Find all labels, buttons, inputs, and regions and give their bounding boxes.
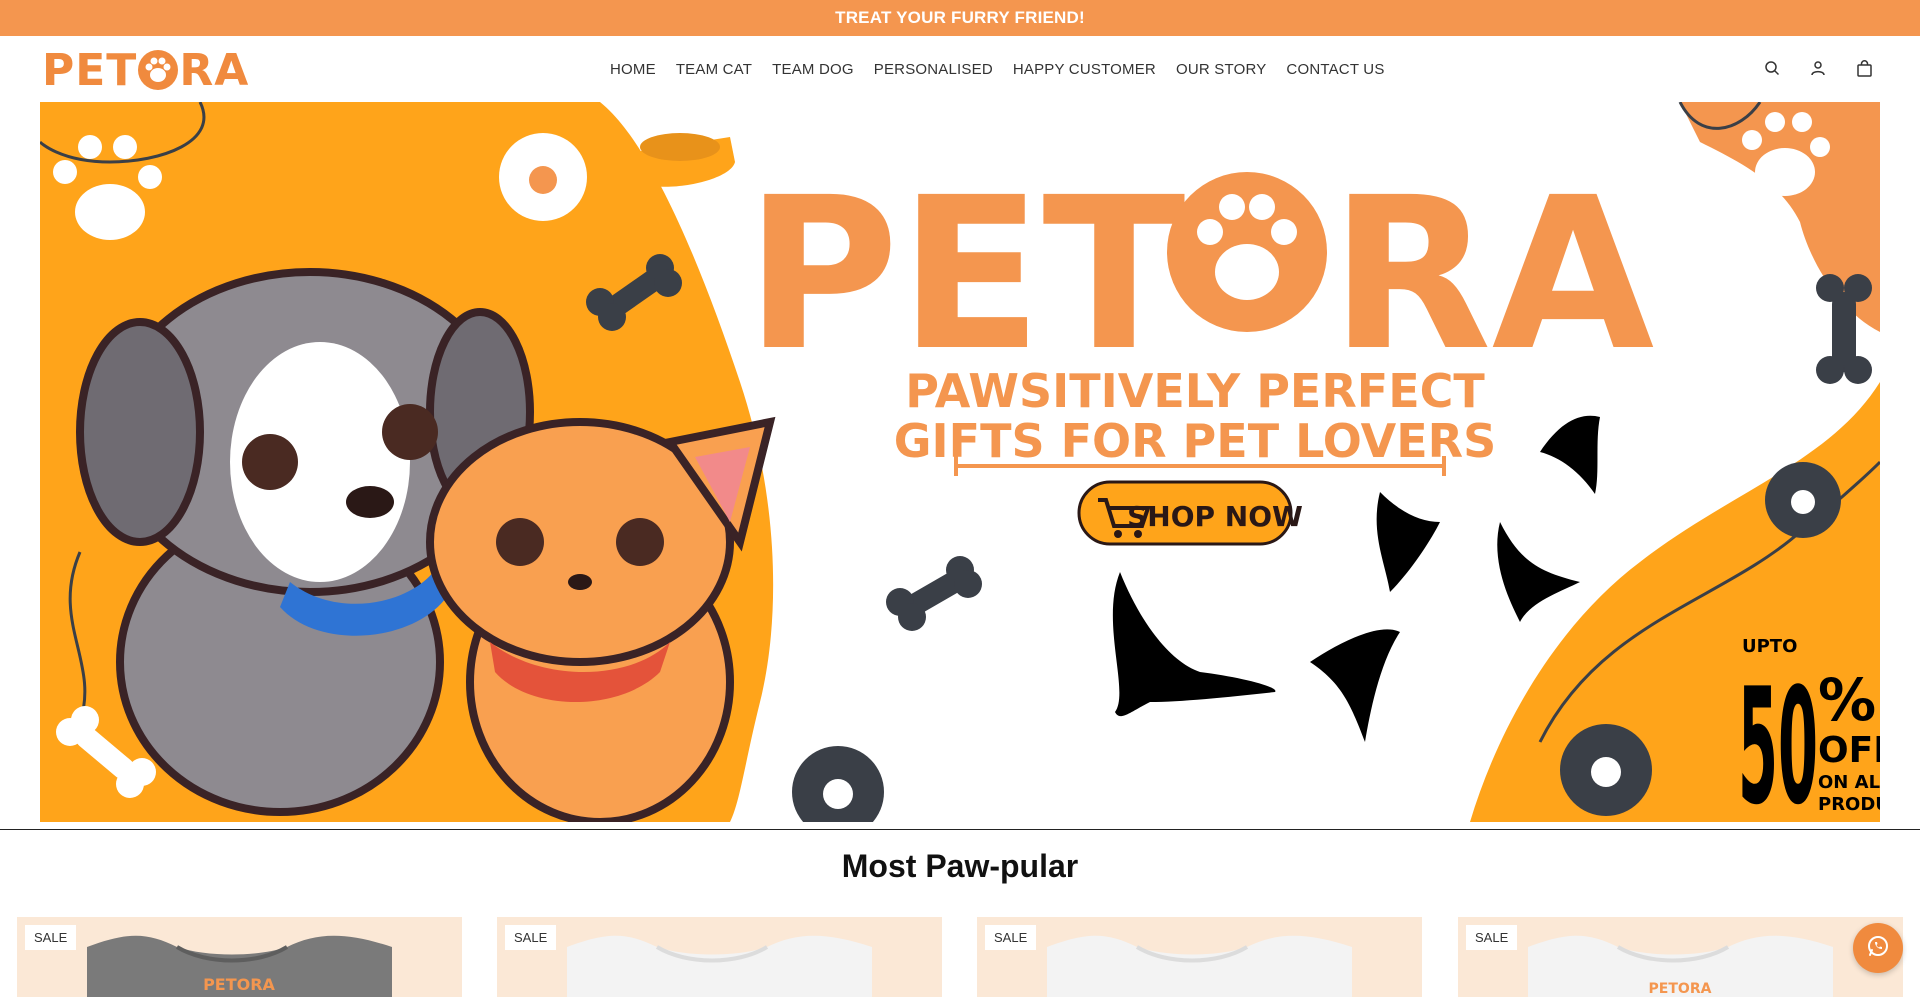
site-header: PET RA HOME TEAM CAT TEAM DOG PERSONALIS… <box>0 36 1920 102</box>
nav-home[interactable]: HOME <box>600 61 666 78</box>
product-card[interactable]: SALE <box>497 917 942 997</box>
nav-happy-customer[interactable]: HAPPY CUSTOMER <box>1003 61 1166 78</box>
header-icons <box>1762 58 1874 78</box>
product-logo: PETORA <box>203 975 275 994</box>
whatsapp-chat-button[interactable] <box>1853 923 1903 973</box>
hero-tagline-2: GIFTS FOR PET LOVERS <box>894 414 1496 468</box>
hero-banner[interactable]: PET RA PAWSITIVELY PERFECT GIFTS FOR PET… <box>40 102 1880 822</box>
whatsapp-icon <box>1866 934 1890 963</box>
logo-text-left: PET <box>42 44 138 96</box>
ball-decoration <box>499 133 587 221</box>
hero-brand-left: PET <box>745 152 1186 397</box>
section-title: Most Paw-pular <box>841 848 1079 884</box>
nav-our-story[interactable]: OUR STORY <box>1166 61 1276 78</box>
hero-tagline-1: PAWSITIVELY PERFECT <box>905 364 1485 418</box>
promo-off: OFF <box>1818 730 1880 771</box>
promo-percent: % <box>1818 666 1876 734</box>
promo-product: PRODUCT <box>1818 794 1880 815</box>
food-bowl-decoration <box>635 133 735 187</box>
product-grid: SALE PETORA SALE SALE SALE PETORA <box>17 917 1903 997</box>
logo-paw-icon <box>138 50 179 90</box>
hero-brand-right: RA <box>1330 152 1654 397</box>
promo-value: 50 <box>1738 653 1818 822</box>
hero-brand-wordmark: PET RA <box>745 152 1654 397</box>
product-card[interactable]: SALE <box>977 917 1422 997</box>
main-nav: HOME TEAM CAT TEAM DOG PERSONALISED HAPP… <box>600 36 1395 102</box>
nav-contact-us[interactable]: CONTACT US <box>1276 61 1394 78</box>
search-icon[interactable] <box>1762 58 1782 78</box>
nav-team-dog[interactable]: TEAM DOG <box>762 61 864 78</box>
brand-logo[interactable]: PET RA <box>42 45 249 96</box>
shop-now-button: SHOP NOW <box>1077 480 1303 546</box>
announcement-text: TREAT YOUR FURRY FRIEND! <box>835 8 1085 27</box>
promo-on-all: ON ALL <box>1818 772 1880 793</box>
account-icon[interactable] <box>1808 58 1828 78</box>
product-card[interactable]: SALE PETORA <box>17 917 462 997</box>
logo-text-right: RA <box>179 44 250 96</box>
cart-bag-icon[interactable] <box>1854 58 1874 78</box>
product-logo: PETORA <box>1649 981 1712 997</box>
nav-team-cat[interactable]: TEAM CAT <box>666 61 762 78</box>
shop-now-label: SHOP NOW <box>1127 500 1303 533</box>
nav-personalised[interactable]: PERSONALISED <box>864 61 1003 78</box>
product-card[interactable]: SALE PETORA <box>1458 917 1903 997</box>
section-divider <box>0 829 1920 830</box>
announcement-bar: TREAT YOUR FURRY FRIEND! <box>0 0 1920 36</box>
